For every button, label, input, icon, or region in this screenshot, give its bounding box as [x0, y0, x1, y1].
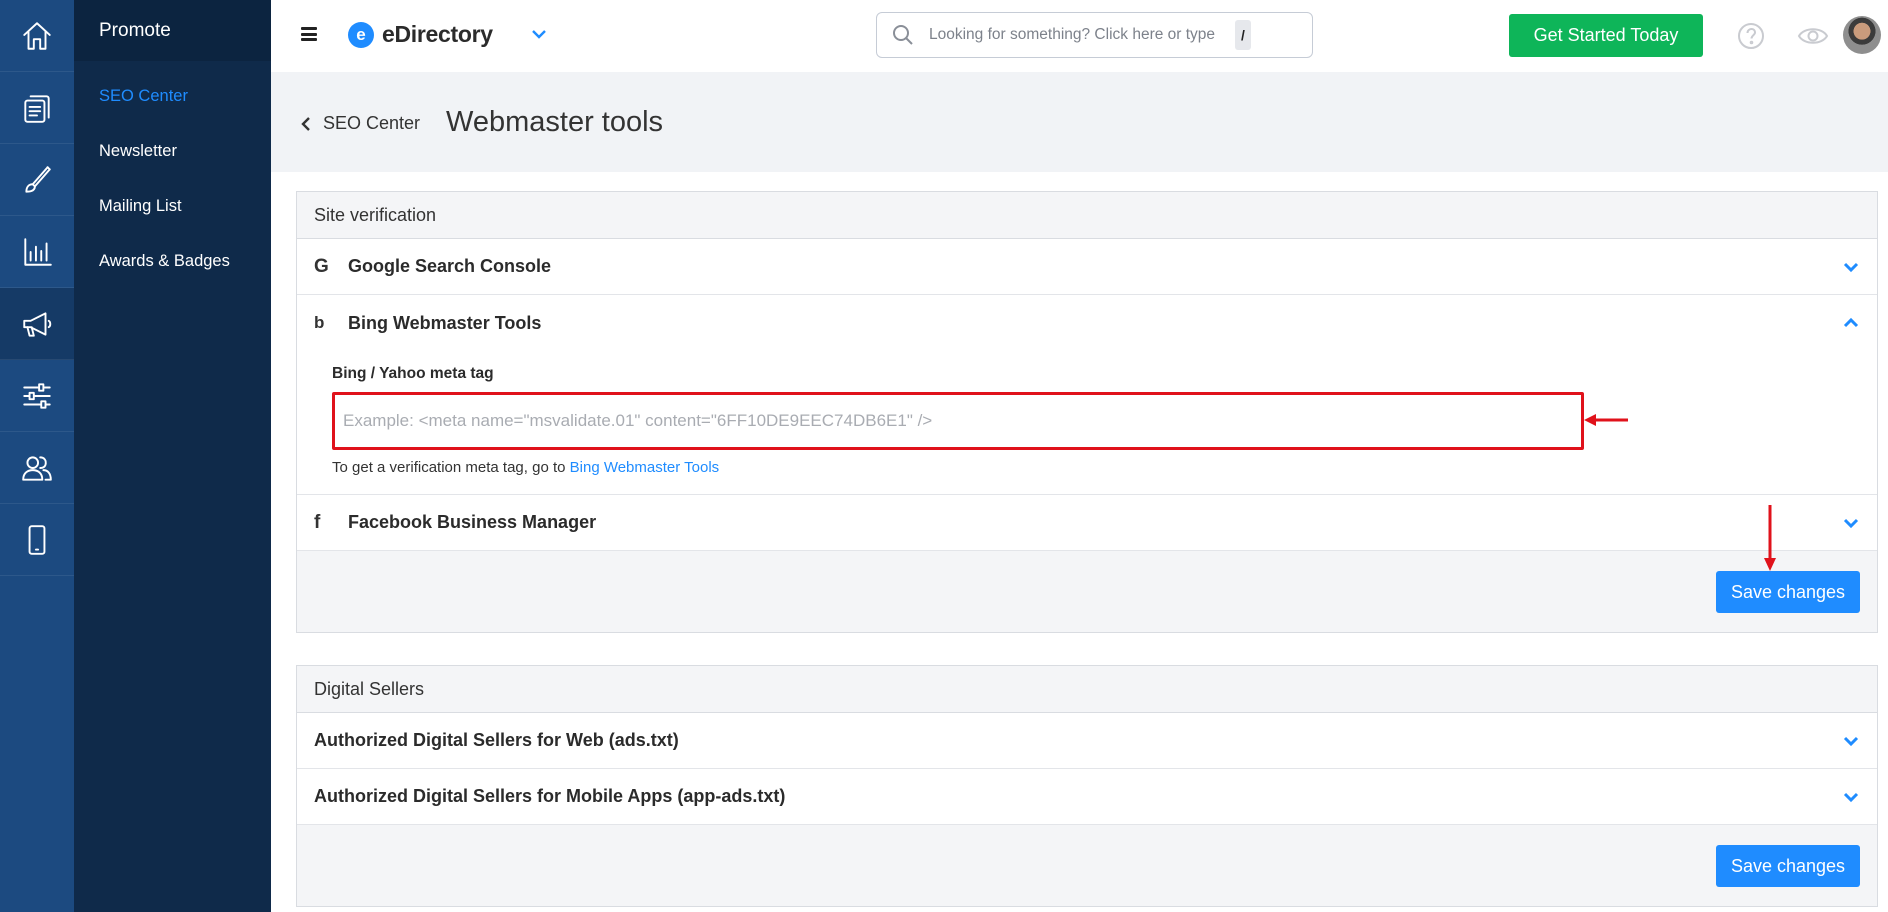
bing-meta-tag-label: Bing / Yahoo meta tag	[332, 365, 494, 382]
home-icon	[23, 21, 51, 50]
chevron-up-icon	[1841, 313, 1861, 333]
back-link-label: SEO Center	[323, 113, 421, 133]
save-changes-button[interactable]: Save changes	[1716, 571, 1860, 613]
rail-reports[interactable]	[0, 216, 74, 288]
promote-submenu: Promote SEO Center Newsletter Mailing Li…	[74, 0, 271, 912]
preview-eye-icon[interactable]	[1797, 22, 1829, 50]
help-icon[interactable]	[1737, 22, 1765, 50]
submenu-item-newsletter[interactable]: Newsletter	[74, 124, 271, 179]
rail-mobile[interactable]	[0, 504, 74, 576]
chevron-left-icon	[301, 116, 310, 131]
search-icon	[893, 25, 913, 45]
digital-sellers-title: Digital Sellers	[297, 666, 1877, 713]
rail-settings[interactable]	[0, 360, 74, 432]
site-verification-title: Site verification	[297, 192, 1877, 239]
page-title: Webmaster tools	[446, 106, 664, 138]
accordion-google-search-console[interactable]: G Google Search Console	[297, 239, 1877, 295]
accordion-ads-txt[interactable]: Authorized Digital Sellers for Web (ads.…	[297, 713, 1877, 769]
icon-rail	[0, 0, 74, 912]
users-icon	[22, 455, 52, 481]
chevron-down-icon	[1841, 513, 1861, 533]
rail-design[interactable]	[0, 144, 74, 216]
accordion-label-google: Google Search Console	[348, 256, 552, 276]
accordion-app-ads-txt[interactable]: Authorized Digital Sellers for Mobile Ap…	[297, 769, 1877, 825]
bing-help-prefix: To get a verification meta tag, go to	[332, 459, 566, 476]
site-switcher-chevron-icon[interactable]	[530, 25, 548, 43]
accordion-label-ads-txt: Authorized Digital Sellers for Web (ads.…	[314, 730, 679, 750]
digital-sellers-footer: Save changes	[297, 825, 1877, 906]
facebook-icon: f	[314, 511, 321, 533]
brush-icon	[25, 165, 51, 193]
bing-accordion-body: Bing / Yahoo meta tag To get a verificat…	[297, 351, 1877, 495]
pages-icon	[24, 94, 50, 123]
site-verification-panel: Site verification G Google Search Consol…	[296, 191, 1878, 633]
chevron-down-icon	[1841, 731, 1861, 751]
accordion-bing-webmaster-tools[interactable]: b Bing Webmaster Tools	[297, 295, 1877, 351]
global-search[interactable]: /	[876, 12, 1313, 58]
accordion-label-app-ads-txt: Authorized Digital Sellers for Mobile Ap…	[314, 786, 786, 806]
page-header: SEO Center Webmaster tools	[271, 72, 1888, 172]
rail-pages[interactable]	[0, 72, 74, 144]
chevron-down-icon	[1841, 787, 1861, 807]
google-icon: G	[314, 255, 329, 277]
bing-icon: b	[314, 313, 325, 332]
submenu-item-seo-center[interactable]: SEO Center	[74, 69, 271, 124]
megaphone-icon	[23, 311, 52, 337]
bing-help-text: To get a verification meta tag, go to Bi…	[332, 459, 1877, 476]
rail-users[interactable]	[0, 432, 74, 504]
brand[interactable]: e eDirectory	[348, 21, 493, 48]
main-content: Site verification G Google Search Consol…	[271, 172, 1888, 912]
brand-logo-icon: e	[348, 21, 374, 48]
bing-meta-tag-input[interactable]	[332, 392, 1584, 450]
hamburger-menu-icon[interactable]	[301, 27, 317, 41]
save-changes-button-digital-sellers[interactable]: Save changes	[1716, 845, 1860, 887]
bing-webmaster-tools-link[interactable]: Bing Webmaster Tools	[570, 459, 720, 476]
sliders-icon	[23, 382, 51, 409]
site-verification-footer: Save changes	[297, 551, 1877, 632]
user-avatar[interactable]	[1843, 16, 1881, 54]
top-bar: e eDirectory / Get Started Today	[271, 0, 1888, 72]
submenu-title: Promote	[74, 0, 271, 61]
accordion-label-bing: Bing Webmaster Tools	[348, 312, 542, 333]
accordion-label-facebook: Facebook Business Manager	[348, 512, 597, 532]
search-input[interactable]	[929, 26, 1229, 44]
back-to-seo-center[interactable]: SEO Center	[300, 113, 420, 134]
brand-name: eDirectory	[382, 21, 493, 47]
submenu-item-awards-badges[interactable]: Awards & Badges	[74, 234, 271, 289]
chart-icon	[24, 237, 52, 266]
chevron-down-icon	[1841, 257, 1861, 277]
accordion-facebook-business-manager[interactable]: f Facebook Business Manager	[297, 495, 1877, 551]
submenu-item-mailing-list[interactable]: Mailing List	[74, 179, 271, 234]
search-shortcut-key: /	[1235, 20, 1251, 50]
mobile-icon	[28, 524, 46, 555]
rail-home[interactable]	[0, 0, 74, 72]
rail-promote[interactable]	[0, 288, 74, 360]
get-started-button[interactable]: Get Started Today	[1509, 14, 1703, 57]
digital-sellers-panel: Digital Sellers Authorized Digital Selle…	[296, 665, 1878, 907]
